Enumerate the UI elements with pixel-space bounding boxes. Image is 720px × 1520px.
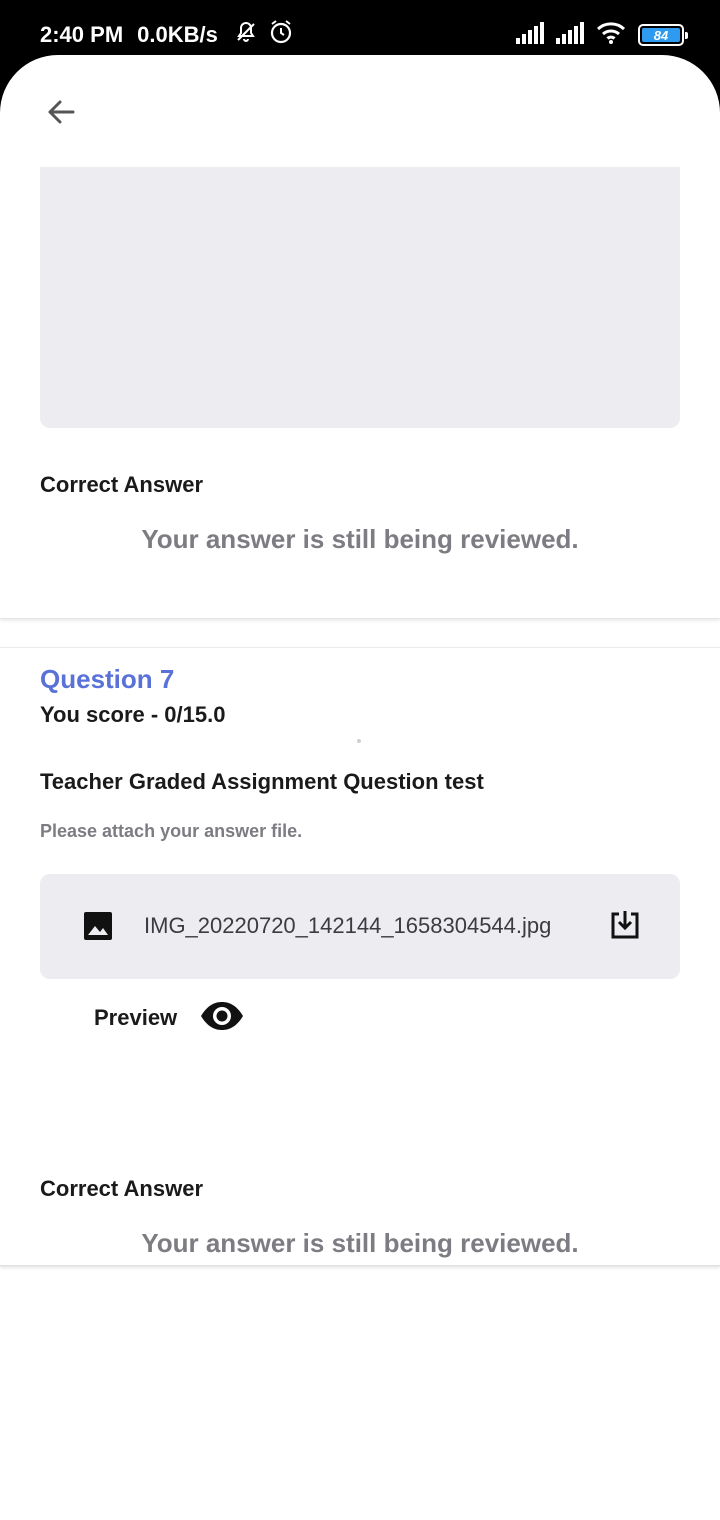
status-bar-left: 2:40 PM 0.0KB/s (40, 20, 294, 50)
preview-label: Preview (94, 1005, 178, 1030)
question-score: You score - 0/15.0 (40, 702, 226, 727)
question-hint: Please attach your answer file. (40, 821, 303, 841)
divider-dot (357, 739, 361, 743)
download-icon (608, 908, 642, 947)
status-bar-right: 84 (516, 20, 688, 50)
previous-question-card: Correct Answer Your answer is still bein… (0, 167, 720, 619)
eye-icon (199, 1000, 245, 1037)
notifications-off-icon (234, 20, 258, 50)
image-icon (82, 910, 114, 942)
battery-level: 84 (642, 28, 680, 43)
question-title: Question 7 (40, 664, 175, 694)
review-status-text: Your answer is still being reviewed. (141, 524, 579, 554)
correct-answer-label: Correct Answer (40, 1176, 204, 1201)
signal-icon (556, 21, 584, 49)
wifi-icon (596, 21, 626, 49)
question-card: Question 7 You score - 0/15.0 Teacher Gr… (0, 647, 720, 1266)
attachment-file[interactable]: IMG_20220720_142144_1658304544.jpg (40, 874, 680, 979)
review-sheet: Correct Answer Your answer is still bein… (0, 55, 720, 1520)
battery-icon: 84 (638, 24, 688, 46)
arrow-back-icon (45, 96, 77, 133)
signal-icon (516, 21, 544, 49)
status-speed: 0.0KB/s (137, 22, 218, 47)
alarm-icon (268, 19, 294, 51)
status-time: 2:40 PM (40, 22, 124, 47)
file-name: IMG_20220720_142144_1658304544.jpg (144, 913, 552, 938)
preview-button[interactable]: Preview (94, 998, 245, 1038)
question-text: Teacher Graded Assignment Question test (40, 769, 484, 794)
download-button[interactable] (606, 908, 644, 946)
correct-answer-label: Correct Answer (40, 472, 204, 497)
status-icons-left (234, 19, 294, 51)
back-button[interactable] (36, 89, 86, 139)
review-status-text: Your answer is still being reviewed. (141, 1228, 579, 1258)
image-placeholder (40, 167, 680, 428)
